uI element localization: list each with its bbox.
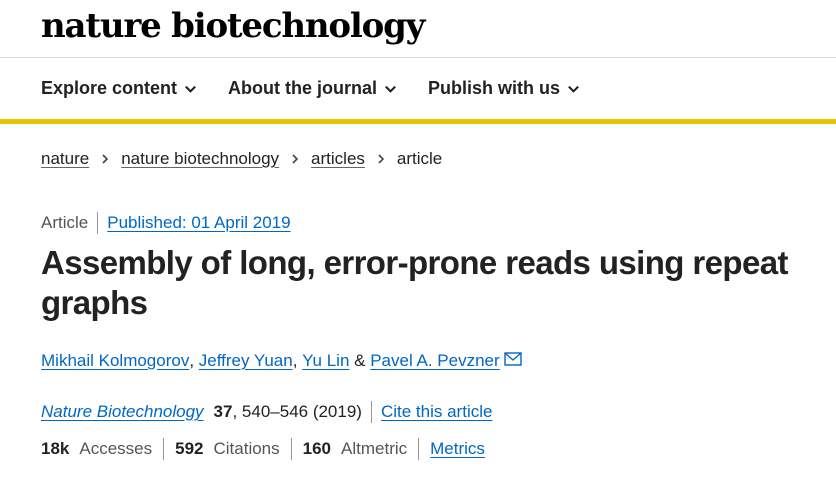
chevron-right-icon [378, 154, 385, 164]
cite-this-article-link[interactable]: Cite this article [381, 400, 492, 424]
author-separator: & [349, 351, 371, 370]
divider [418, 438, 420, 460]
divider [163, 438, 165, 460]
author-separator: , [292, 351, 303, 370]
chevron-down-icon [185, 85, 196, 93]
divider [290, 438, 292, 460]
article-meta: Article Published: 01 April 2019 [41, 211, 291, 235]
nav-publish-with-us-label: Publish with us [428, 78, 561, 98]
header-divider [0, 57, 836, 58]
divider [97, 212, 99, 234]
breadcrumb-nature[interactable]: nature [41, 147, 89, 171]
citation-line: Nature Biotechnology 37 , 540–546 (2019)… [41, 400, 492, 424]
citations-count: 592 [175, 439, 204, 458]
volume: 37 [213, 402, 233, 421]
main-nav: Explore content About the journal Publis… [41, 76, 611, 100]
accesses-label: Accesses [79, 439, 153, 458]
email-icon[interactable] [503, 352, 522, 366]
author-link[interactable]: Jeffrey Yuan [199, 349, 293, 373]
author-separator: , [189, 351, 199, 370]
breadcrumb-nature-biotechnology[interactable]: nature biotechnology [121, 147, 279, 171]
journal-logo[interactable]: nature biotechnology [41, 5, 425, 47]
metrics-link[interactable]: Metrics [430, 437, 485, 461]
accesses-count: 18k [41, 439, 70, 458]
nav-explore-content[interactable]: Explore content [41, 76, 198, 100]
article-metrics: 18k Accesses 592 Citations 160 Altmetric… [41, 437, 485, 461]
author-link[interactable]: Yu Lin [302, 349, 349, 373]
chevron-right-icon [102, 154, 109, 164]
breadcrumb-current: article [396, 149, 443, 168]
chevron-right-icon [292, 154, 299, 164]
nav-explore-content-label: Explore content [41, 78, 178, 98]
author-list: Mikhail Kolmogorov , Jeffrey Yuan , Yu L… [41, 349, 522, 373]
divider [370, 401, 372, 423]
altmetric-count: 160 [302, 439, 332, 458]
breadcrumb-articles[interactable]: articles [311, 147, 365, 171]
breadcrumb: nature nature biotechnology articles art… [41, 147, 442, 171]
nav-about-journal[interactable]: About the journal [228, 76, 398, 100]
nav-about-journal-label: About the journal [228, 78, 378, 98]
author-link[interactable]: Mikhail Kolmogorov [41, 349, 189, 373]
chevron-down-icon [568, 85, 579, 93]
nav-publish-with-us[interactable]: Publish with us [428, 76, 581, 100]
altmetric-label: Altmetric [341, 439, 408, 458]
citations-label: Citations [213, 439, 280, 458]
article-type: Article [41, 213, 89, 232]
accent-bar [0, 119, 836, 124]
pages-year: , 540–546 (2019) [232, 402, 362, 421]
author-link[interactable]: Pavel A. Pevzner [370, 349, 499, 373]
chevron-down-icon [385, 85, 396, 93]
article-title: Assembly of long, error-prone reads usin… [41, 244, 788, 321]
journal-link[interactable]: Nature Biotechnology [41, 400, 204, 424]
published-date-link[interactable]: Published: 01 April 2019 [107, 211, 290, 235]
